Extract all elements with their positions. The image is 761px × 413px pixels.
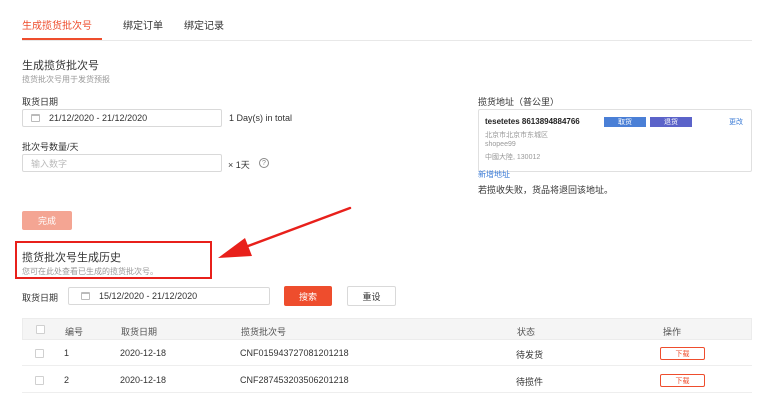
tag-default-pickup: 取货 [604,117,646,127]
calendar-icon [81,292,90,300]
row-pickup-date: 2020-12-18 [120,348,167,358]
pickup-date-value: 21/12/2020 - 21/12/2020 [49,113,148,123]
batch-qty-suffix: × 1天 [228,160,250,170]
row-status: 待发货 [516,350,544,360]
address-line-3: 中國大陸, 130012 [485,154,541,161]
address-note: 若揽收失败，货品将退回该地址。 [478,185,614,195]
batch-qty-input[interactable]: 输入数字 [22,154,222,172]
tab-bind-records[interactable]: 绑定记录 [184,17,224,32]
history-table: 编号 取货日期 揽货批次号 状态 操作 1 2020-12-18 CNF0159… [22,318,752,413]
row-index: 1 [64,348,70,358]
days-total-text: 1 Day(s) in total [229,113,293,123]
select-all-checkbox[interactable] [36,325,45,334]
download-button[interactable]: 下载 [660,347,705,360]
pickup-address-label: 揽货地址（普公里） [478,97,560,107]
address-name-phone: tesetetes 8613894884766 [485,117,580,126]
header-batch-number: 揽货批次号 [241,327,287,337]
calendar-icon [31,114,40,122]
header-status: 状态 [517,327,536,337]
header-index: 编号 [65,327,84,337]
search-button[interactable]: 搜索 [284,286,332,306]
address-card: tesetetes 8613894884766 取货 退货 更改 北京市北京市东… [478,109,752,172]
header-pickup-date: 取货日期 [121,327,158,337]
edit-address-link[interactable]: 更改 [729,117,743,127]
row-checkbox[interactable] [35,376,44,385]
batch-qty-placeholder: 输入数字 [31,158,68,169]
row-pickup-date: 2020-12-18 [120,375,167,385]
tag-return: 退货 [650,117,692,127]
table-row: 2 2020-12-18 CNF287453203506201218 待揽件 下… [22,367,752,393]
table-header: 编号 取货日期 揽货批次号 状态 操作 [22,318,752,340]
address-line-2: shopee99 [485,141,516,148]
tab-generate-batch[interactable]: 生成揽货批次号 [22,17,92,32]
row-status: 待揽件 [516,377,544,387]
history-section-title: 揽货批次号生成历史 [22,252,121,264]
generate-section-title: 生成揽货批次号 [22,60,99,72]
download-button[interactable]: 下载 [660,374,705,387]
question-circle-icon[interactable]: ? [259,158,269,168]
pickup-date-label: 取货日期 [22,97,59,107]
tab-bind-orders[interactable]: 绑定订单 [123,17,163,32]
tab-bar: 生成揽货批次号 绑定订单 绑定记录 [22,0,752,41]
batch-qty-label: 批次号数量/天 [22,142,79,152]
active-tab-indicator [22,38,102,40]
pickup-date-range-input[interactable]: 21/12/2020 - 21/12/2020 [22,109,222,127]
header-action: 操作 [663,327,682,337]
row-checkbox[interactable] [35,349,44,358]
history-date-label: 取货日期 [22,293,59,303]
annotation-arrow-icon [218,206,352,258]
reset-button[interactable]: 重设 [347,286,396,306]
row-index: 2 [64,375,70,385]
row-batch-number: CNF287453203506201218 [240,375,349,385]
generate-section-subtitle: 揽货批次号用于发货预报 [22,75,110,84]
row-batch-number: CNF015943727081201218 [240,348,349,358]
add-address-link[interactable]: 新增地址 [478,169,510,180]
address-line-1: 北京市北京市东城区 [485,132,548,139]
history-section-subtitle: 您可在此处查看已生成的揽货批次号。 [22,267,158,276]
history-date-range-input[interactable]: 15/12/2020 - 21/12/2020 [68,287,270,305]
table-row: 1 2020-12-18 CNF015943727081201218 待发货 下… [22,340,752,366]
done-button[interactable]: 完成 [22,211,72,230]
history-date-value: 15/12/2020 - 21/12/2020 [99,291,198,301]
